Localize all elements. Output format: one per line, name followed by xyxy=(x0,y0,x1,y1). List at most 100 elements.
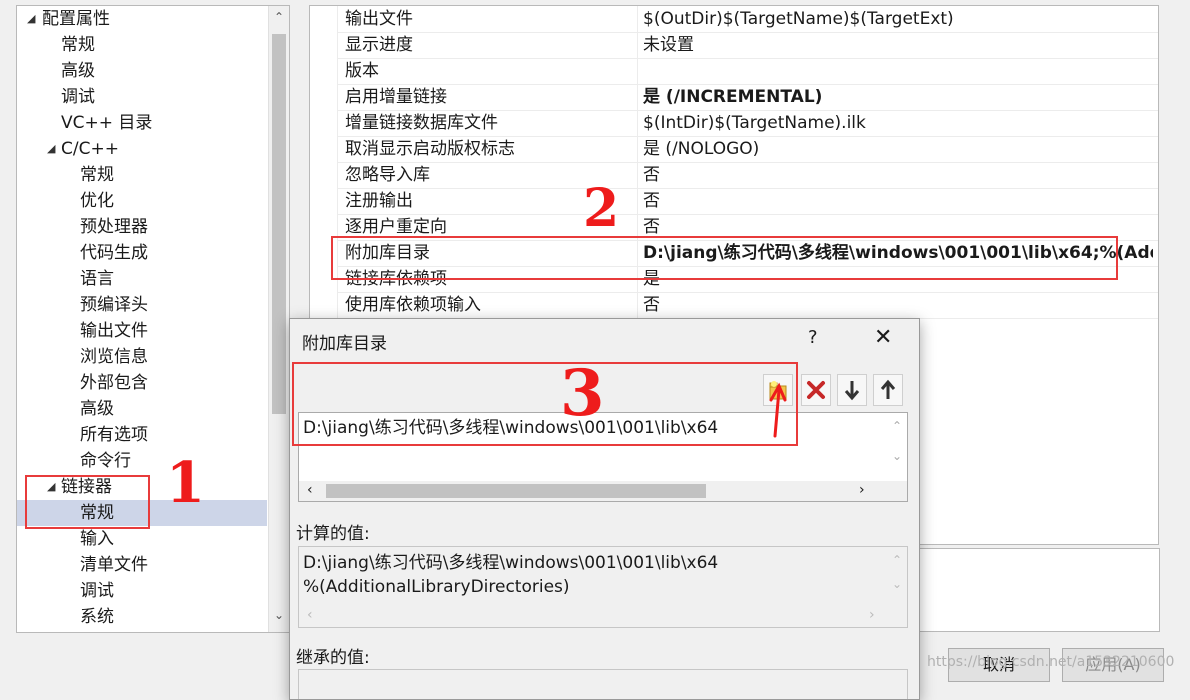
tree-item[interactable]: 高级 xyxy=(17,58,267,84)
tree-item-label: 优化 xyxy=(80,191,114,211)
computed-vscroll[interactable]: ⌃ ⌄ xyxy=(887,547,907,607)
move-down-button[interactable] xyxy=(837,374,867,406)
tree-item[interactable]: 语言 xyxy=(17,266,267,292)
tree-item[interactable]: 调试 xyxy=(17,84,267,110)
tree-item[interactable]: 外部包含 xyxy=(17,370,267,396)
property-row[interactable]: 增量链接数据库文件 $(IntDir)$(TargetName).ilk xyxy=(337,110,1158,137)
property-row[interactable]: 输出文件 $(OutDir)$(TargetName)$(TargetExt) xyxy=(337,6,1158,33)
scroll-left-icon[interactable]: ‹ xyxy=(307,482,313,498)
tree-item[interactable]: 高级 xyxy=(17,396,267,422)
tree-item[interactable]: ◢ 配置属性 xyxy=(17,6,267,32)
tree-item[interactable]: 代码生成 xyxy=(17,240,267,266)
property-row[interactable]: 版本 xyxy=(337,58,1158,85)
tree-item[interactable]: 命令行 xyxy=(17,448,267,474)
tree-item-label: 系统 xyxy=(80,607,114,627)
triangle-expanded-icon[interactable]: ◢ xyxy=(27,6,35,32)
tree-item-label: 清单文件 xyxy=(80,555,148,575)
property-value[interactable]: 是 (/INCREMENTAL) xyxy=(643,84,1153,110)
tree-item-label: 所有选项 xyxy=(80,425,148,445)
tree-item[interactable]: 清单文件 xyxy=(17,552,267,578)
tree-item-label: 调试 xyxy=(80,581,114,601)
triangle-expanded-icon[interactable]: ◢ xyxy=(47,136,55,162)
scroll-down-icon[interactable]: ⌄ xyxy=(887,449,907,463)
tree-item-label: 常规 xyxy=(80,165,114,185)
scroll-right-icon[interactable]: › xyxy=(869,607,875,623)
property-value[interactable]: $(OutDir)$(TargetName)$(TargetExt) xyxy=(643,6,1153,32)
close-button[interactable]: ✕ xyxy=(874,325,892,350)
property-row[interactable]: 注册输出 否 xyxy=(337,188,1158,215)
tree-item-label: 命令行 xyxy=(80,451,131,471)
scroll-down-icon[interactable]: ⌄ xyxy=(887,577,907,591)
tree-item[interactable]: 常规 xyxy=(17,162,267,188)
tree-item[interactable]: 预处理器 xyxy=(17,214,267,240)
tree-item-label: 语言 xyxy=(80,269,114,289)
annotation-arrow-icon xyxy=(769,382,787,438)
property-row[interactable]: 取消显示启动版权标志 是 (/NOLOGO) xyxy=(337,136,1158,163)
property-name: 输出文件 xyxy=(345,9,413,29)
annotation-number-3: 3 xyxy=(560,356,605,431)
scroll-up-icon[interactable]: ⌃ xyxy=(887,553,907,567)
arrow-up-icon xyxy=(880,379,896,399)
column-divider xyxy=(637,110,638,136)
tree-item[interactable]: 调试 xyxy=(17,578,267,604)
property-name: 取消显示启动版权标志 xyxy=(345,139,515,159)
annotation-box-2 xyxy=(331,236,1118,280)
tree-item[interactable]: 预编译头 xyxy=(17,292,267,318)
move-up-button[interactable] xyxy=(873,374,903,406)
property-tree: ◢ 配置属性 常规 高级 调试 VC++ 目录 ◢ C/C++ 常规 优化 预处理器 代码生成 语言 预编… xyxy=(16,5,290,633)
computed-value-label: 计算的值: xyxy=(296,524,370,544)
tree-item[interactable]: 系统 xyxy=(17,604,267,630)
property-row[interactable]: 忽略导入库 否 xyxy=(337,162,1158,189)
property-row[interactable]: 启用增量链接 是 (/INCREMENTAL) xyxy=(337,84,1158,111)
column-divider xyxy=(637,162,638,188)
tree-item[interactable]: VC++ 目录 xyxy=(17,110,267,136)
property-name: 增量链接数据库文件 xyxy=(345,113,498,133)
scroll-up-icon[interactable]: ⌃ xyxy=(269,10,289,24)
tree-item-label: 预编译头 xyxy=(80,295,148,315)
column-divider xyxy=(637,292,638,318)
annotation-box-3 xyxy=(292,362,798,446)
property-value[interactable]: 否 xyxy=(643,292,1153,318)
property-row[interactable]: 使用库依赖项输入 否 xyxy=(337,292,1158,319)
help-button[interactable]: ? xyxy=(808,327,818,348)
property-row[interactable]: 显示进度 未设置 xyxy=(337,32,1158,59)
column-divider xyxy=(637,188,638,214)
tree-item[interactable]: ◢ C/C++ xyxy=(17,136,267,162)
scroll-up-icon[interactable]: ⌃ xyxy=(887,419,907,433)
list-vscroll[interactable]: ⌃ ⌄ xyxy=(887,413,907,481)
red-x-icon xyxy=(807,381,825,399)
scroll-left-icon[interactable]: ‹ xyxy=(307,607,313,623)
arrow-down-icon xyxy=(844,381,860,401)
tree-item[interactable]: 所有选项 xyxy=(17,422,267,448)
tree-item[interactable]: 输出文件 xyxy=(17,318,267,344)
column-divider xyxy=(637,58,638,84)
property-value[interactable]: 否 xyxy=(643,188,1153,214)
scroll-right-icon[interactable]: › xyxy=(859,482,865,498)
tree-item-label: 高级 xyxy=(80,399,114,419)
tree-item[interactable]: 常规 xyxy=(17,32,267,58)
property-value[interactable]: 是 (/NOLOGO) xyxy=(643,136,1153,162)
tree-item-label: 输出文件 xyxy=(80,321,148,341)
property-value[interactable]: $(IntDir)$(TargetName).ilk xyxy=(643,110,1153,136)
tree-scroll-thumb[interactable] xyxy=(272,34,286,414)
property-value[interactable]: 否 xyxy=(643,162,1153,188)
column-divider xyxy=(637,6,638,32)
tree-item-label: 配置属性 xyxy=(42,9,110,29)
property-name: 版本 xyxy=(345,61,379,81)
tree-item-label: 常规 xyxy=(61,35,95,55)
tree-item[interactable]: 输入 xyxy=(17,526,267,552)
scroll-down-icon[interactable]: ⌄ xyxy=(269,608,289,622)
annotation-number-1: 1 xyxy=(166,450,205,516)
list-hscroll[interactable]: ‹ › xyxy=(299,481,907,501)
tree-item[interactable]: 优化 xyxy=(17,188,267,214)
property-name: 注册输出 xyxy=(345,191,413,211)
property-name: 忽略导入库 xyxy=(345,165,430,185)
tree-scrollbar[interactable]: ⌃ ⌄ xyxy=(268,6,289,632)
property-value[interactable]: 未设置 xyxy=(643,32,1153,58)
list-hscroll-thumb[interactable] xyxy=(326,484,706,498)
property-name: 显示进度 xyxy=(345,35,413,55)
delete-line-button[interactable] xyxy=(801,374,831,406)
tree-item[interactable]: 浏览信息 xyxy=(17,344,267,370)
tree-item-label: 外部包含 xyxy=(80,373,148,393)
tree-item-label: 预处理器 xyxy=(80,217,148,237)
